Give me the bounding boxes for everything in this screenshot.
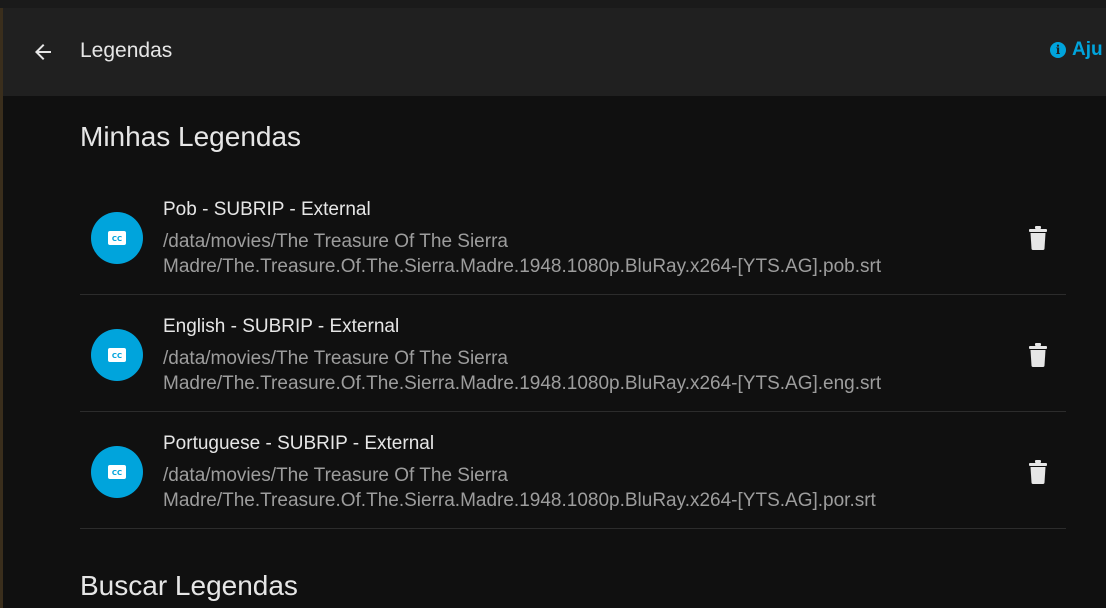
backdrop	[0, 0, 1106, 8]
help-link[interactable]: i Aju	[1050, 39, 1103, 61]
subtitle-info: Pob - SUBRIP - External /data/movies/The…	[163, 198, 963, 279]
subtitle-title: Pob - SUBRIP - External	[163, 199, 371, 220]
subtitle-title: Portuguese - SUBRIP - External	[163, 433, 435, 454]
subtitles-dialog: Legendas i Aju Minhas Legendas CC Pob - …	[3, 8, 1106, 608]
svg-text:CC: CC	[112, 352, 122, 360]
subtitle-info: English - SUBRIP - External /data/movies…	[163, 315, 963, 396]
delete-subtitle-button[interactable]	[1024, 224, 1052, 252]
info-icon: i	[1050, 42, 1066, 58]
dialog-header: Legendas i Aju	[3, 8, 1106, 96]
subtitle-item: CC Pob - SUBRIP - External /data/movies/…	[80, 178, 1066, 295]
subtitle-path: /data/movies/The Treasure Of The Sierra …	[163, 463, 963, 513]
help-label: Aju	[1072, 39, 1103, 60]
arrow-left-icon	[35, 44, 51, 60]
trash-icon	[1029, 343, 1047, 367]
closed-captions-icon: CC	[91, 212, 143, 264]
subtitle-item: CC English - SUBRIP - External /data/mov…	[80, 295, 1066, 412]
subtitle-item: CC Portuguese - SUBRIP - External /data/…	[80, 412, 1066, 529]
svg-text:CC: CC	[112, 235, 122, 243]
subtitle-list: CC Pob - SUBRIP - External /data/movies/…	[80, 178, 1066, 529]
trash-icon	[1029, 226, 1047, 250]
subtitle-path-line2: Madre/The.Treasure.Of.The.Sierra.Madre.1…	[163, 490, 876, 511]
trash-icon	[1029, 460, 1047, 484]
subtitle-path: /data/movies/The Treasure Of The Sierra …	[163, 229, 963, 279]
closed-captions-icon: CC	[91, 446, 143, 498]
subtitle-title: English - SUBRIP - External	[163, 316, 400, 337]
svg-text:CC: CC	[112, 469, 122, 477]
subtitle-path-line2: Madre/The.Treasure.Of.The.Sierra.Madre.1…	[163, 256, 882, 277]
my-subtitles-heading: Minhas Legendas	[80, 121, 302, 152]
subtitle-info: Portuguese - SUBRIP - External /data/mov…	[163, 432, 963, 513]
subtitle-path-line1: /data/movies/The Treasure Of The Sierra	[163, 465, 508, 486]
subtitle-path-line1: /data/movies/The Treasure Of The Sierra	[163, 231, 508, 252]
subtitle-path: /data/movies/The Treasure Of The Sierra …	[163, 346, 963, 396]
subtitle-path-line1: /data/movies/The Treasure Of The Sierra	[163, 348, 508, 369]
back-button[interactable]	[25, 34, 61, 70]
subtitle-path-line2: Madre/The.Treasure.Of.The.Sierra.Madre.1…	[163, 373, 882, 394]
search-subtitles-heading: Buscar Legendas	[80, 570, 298, 601]
delete-subtitle-button[interactable]	[1024, 458, 1052, 486]
delete-subtitle-button[interactable]	[1024, 341, 1052, 369]
page-title: Legendas	[80, 39, 173, 62]
closed-captions-icon: CC	[91, 329, 143, 381]
